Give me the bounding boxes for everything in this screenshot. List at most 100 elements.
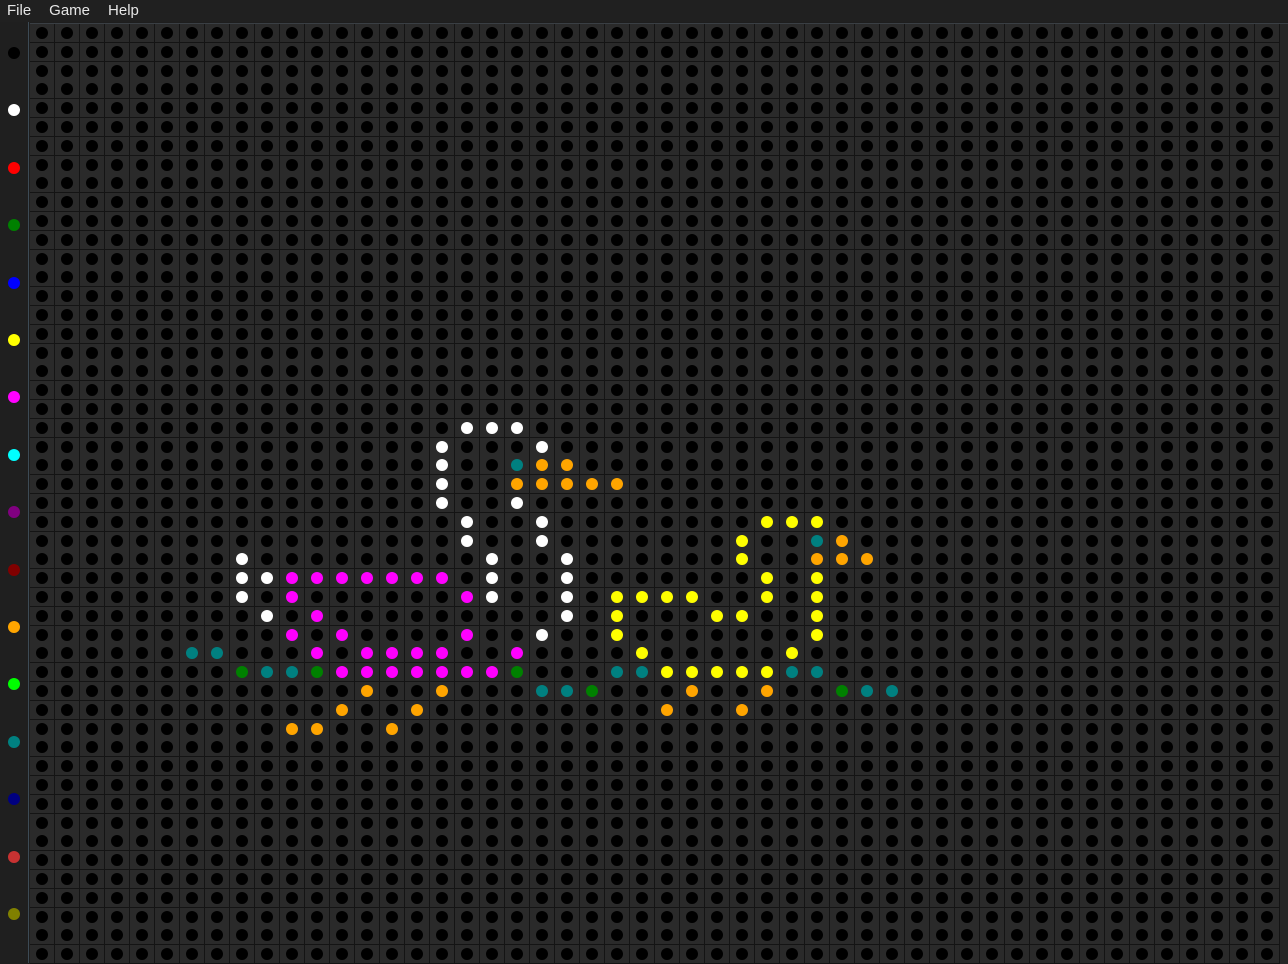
board-cell[interactable] (605, 136, 630, 156)
board-cell[interactable] (30, 136, 55, 156)
board-cell[interactable] (605, 531, 630, 551)
board-cell[interactable] (680, 870, 705, 889)
board-cell[interactable] (30, 418, 55, 438)
board-cell[interactable] (80, 24, 105, 43)
board-cell[interactable] (455, 700, 480, 720)
board-cell[interactable] (655, 888, 680, 908)
board-cell[interactable] (30, 682, 55, 701)
board-cell[interactable] (280, 456, 305, 476)
board-cell[interactable] (480, 343, 505, 363)
board-cell[interactable] (755, 757, 780, 777)
board-cell[interactable] (405, 644, 430, 664)
board-cell[interactable] (830, 343, 855, 363)
board-cell[interactable] (1255, 381, 1280, 401)
board-cell[interactable] (205, 61, 230, 81)
board-cell[interactable] (505, 907, 530, 927)
board-cell[interactable] (305, 287, 330, 307)
board-cell[interactable] (1030, 287, 1055, 307)
board-cell[interactable] (105, 42, 130, 62)
board-cell[interactable] (1055, 418, 1080, 438)
board-cell[interactable] (280, 362, 305, 382)
board-cell[interactable] (630, 851, 655, 871)
board-cell[interactable] (905, 588, 930, 607)
board-cell[interactable] (880, 569, 905, 589)
board-cell[interactable] (1105, 700, 1130, 720)
board-cell[interactable] (505, 456, 530, 476)
board-cell[interactable] (530, 212, 555, 231)
board-cell[interactable] (1080, 719, 1105, 739)
board-cell[interactable] (855, 268, 880, 288)
board-cell[interactable] (405, 475, 430, 495)
board-cell[interactable] (30, 794, 55, 814)
board-cell[interactable] (580, 118, 605, 137)
board-cell[interactable] (1230, 813, 1255, 833)
palette-swatch-maroon[interactable] (8, 563, 20, 576)
board-cell[interactable] (1055, 155, 1080, 175)
board-cell[interactable] (980, 531, 1005, 551)
board-cell[interactable] (330, 663, 355, 683)
board-cell[interactable] (1180, 888, 1205, 908)
board-cell[interactable] (730, 757, 755, 777)
board-cell[interactable] (655, 531, 680, 551)
board-cell[interactable] (1130, 663, 1155, 683)
board-cell[interactable] (1205, 700, 1230, 720)
board-cell[interactable] (1030, 813, 1055, 833)
board-cell[interactable] (305, 569, 330, 589)
board-cell[interactable] (255, 625, 280, 645)
board-cell[interactable] (705, 776, 730, 795)
board-cell[interactable] (205, 230, 230, 250)
board-cell[interactable] (655, 230, 680, 250)
board-cell[interactable] (605, 757, 630, 777)
board-cell[interactable] (55, 757, 80, 777)
board-cell[interactable] (1130, 24, 1155, 43)
board-cell[interactable] (930, 569, 955, 589)
board-cell[interactable] (530, 136, 555, 156)
board-cell[interactable] (105, 61, 130, 81)
board-cell[interactable] (855, 569, 880, 589)
board-cell[interactable] (730, 287, 755, 307)
board-cell[interactable] (55, 494, 80, 513)
board-cell[interactable] (780, 870, 805, 889)
board-cell[interactable] (280, 851, 305, 871)
board-cell[interactable] (55, 456, 80, 476)
board-cell[interactable] (180, 287, 205, 307)
board-cell[interactable] (830, 512, 855, 532)
board-cell[interactable] (1255, 418, 1280, 438)
board-cell[interactable] (680, 362, 705, 382)
board-cell[interactable] (630, 813, 655, 833)
board-cell[interactable] (830, 794, 855, 814)
board-cell[interactable] (1030, 400, 1055, 419)
board-cell[interactable] (405, 550, 430, 570)
board-cell[interactable] (605, 193, 630, 213)
board-cell[interactable] (1105, 362, 1130, 382)
board-cell[interactable] (380, 249, 405, 269)
board-cell[interactable] (1055, 118, 1080, 137)
board-cell[interactable] (1130, 268, 1155, 288)
board-cell[interactable] (1230, 287, 1255, 307)
board-cell[interactable] (1005, 813, 1030, 833)
board-cell[interactable] (1105, 381, 1130, 401)
board-cell[interactable] (180, 644, 205, 664)
board-cell[interactable] (255, 494, 280, 513)
board-cell[interactable] (780, 851, 805, 871)
board-cell[interactable] (480, 794, 505, 814)
board-cell[interactable] (155, 531, 180, 551)
board-cell[interactable] (205, 588, 230, 607)
board-cell[interactable] (55, 118, 80, 137)
board-cell[interactable] (1105, 42, 1130, 62)
palette-swatch-lime[interactable] (8, 678, 20, 691)
board-cell[interactable] (130, 738, 155, 758)
board-cell[interactable] (655, 700, 680, 720)
board-cell[interactable] (880, 324, 905, 344)
board-cell[interactable] (705, 531, 730, 551)
board-cell[interactable] (655, 437, 680, 457)
board-cell[interactable] (405, 588, 430, 607)
board-cell[interactable] (505, 813, 530, 833)
board-cell[interactable] (955, 475, 980, 495)
board-cell[interactable] (705, 230, 730, 250)
board-cell[interactable] (305, 776, 330, 795)
board-cell[interactable] (1005, 343, 1030, 363)
board-cell[interactable] (705, 550, 730, 570)
board-cell[interactable] (805, 494, 830, 513)
board-cell[interactable] (1180, 80, 1205, 100)
